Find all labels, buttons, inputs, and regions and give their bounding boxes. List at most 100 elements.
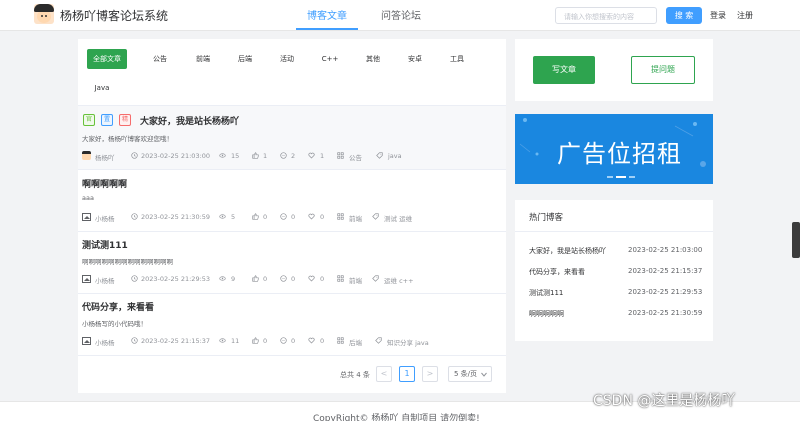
post-divider — [78, 293, 506, 294]
like-count: 1 — [263, 152, 268, 160]
page-size-value: 5 条/页 — [454, 370, 478, 378]
post-author[interactable]: 小杨杨 — [95, 337, 115, 347]
author-avatar[interactable] — [82, 151, 91, 160]
copyright-text: CopyRight© 杨杨吖 自制项目 请勿倒卖! — [313, 414, 480, 421]
category-frontend[interactable]: 前端 — [191, 49, 215, 69]
post-title[interactable]: 测试测111 — [82, 238, 128, 251]
write-article-button[interactable]: 写文章 — [533, 56, 595, 84]
comment-icon[interactable] — [280, 213, 287, 220]
hot-blogs-title: 热门博客 — [529, 213, 564, 223]
view-count: 11 — [231, 337, 240, 345]
comment-count: 0 — [291, 213, 296, 221]
site-logo[interactable] — [34, 4, 54, 24]
heart-icon[interactable] — [308, 152, 315, 159]
post-title[interactable]: 啊啊啊啊啊 — [82, 177, 127, 190]
post-title[interactable]: 大家好，我是站长杨杨吖 — [140, 114, 239, 127]
clock-icon — [131, 275, 138, 282]
post-summary[interactable]: 大家好，杨杨吖博客欢迎您哦！ — [82, 133, 173, 143]
ad-banner[interactable]: 广告位招租 — [515, 114, 713, 184]
heart-icon[interactable] — [308, 275, 315, 282]
post-tags[interactable]: 知识分享 java — [387, 337, 429, 347]
page-size-select[interactable]: 5 条/页 — [448, 366, 492, 382]
post-category[interactable]: 前端 — [349, 213, 362, 223]
category-java[interactable]: Java — [91, 78, 113, 98]
hot-blog-title[interactable]: 大家好，我是站长杨杨吖 — [529, 246, 606, 256]
hot-blog-title[interactable]: 代码分享，来看看 — [529, 267, 585, 277]
hot-blog-time: 2023-02-25 21:30:59 — [628, 309, 703, 317]
post-divider — [78, 169, 506, 170]
register-link[interactable]: 注册 — [737, 10, 753, 21]
ad-text: 广告位招租 — [557, 140, 682, 168]
post-category[interactable]: 后端 — [349, 337, 362, 347]
image-icon[interactable] — [82, 213, 91, 221]
chevron-down-icon — [481, 372, 487, 377]
category-activity[interactable]: 活动 — [275, 49, 299, 69]
tag-icon — [376, 152, 383, 159]
category-android[interactable]: 安卓 — [403, 49, 427, 69]
grid-icon — [337, 275, 344, 282]
category-announcement[interactable]: 公告 — [148, 49, 172, 69]
category-all[interactable]: 全部文章 — [87, 49, 127, 69]
top-header: 杨杨吖博客论坛系统 博客文章 问答论坛 请输入你想搜索的内容 搜 索 登录 注册 — [0, 0, 800, 31]
post-tags[interactable]: 测试 运维 — [384, 213, 412, 223]
thumbs-up-icon[interactable] — [252, 337, 259, 344]
post-category[interactable]: 公告 — [349, 152, 362, 162]
like-count: 0 — [263, 275, 268, 283]
comment-icon[interactable] — [280, 152, 287, 159]
comment-icon[interactable] — [280, 337, 287, 344]
comment-count: 0 — [291, 337, 296, 345]
category-cpp[interactable]: C++ — [318, 49, 342, 69]
post-time: 2023-02-25 21:15:37 — [141, 337, 211, 345]
post-author[interactable]: 小杨杨 — [95, 275, 115, 285]
view-count: 5 — [231, 213, 236, 221]
thumbs-up-icon[interactable] — [252, 152, 259, 159]
tag-icon — [375, 337, 382, 344]
comment-icon[interactable] — [280, 275, 287, 282]
post-author[interactable]: 小杨杨 — [95, 213, 115, 223]
pagination-prev-button[interactable]: < — [376, 366, 392, 382]
post-title[interactable]: 代码分享，来看看 — [82, 300, 154, 313]
thumbs-up-icon[interactable] — [252, 275, 259, 282]
eye-icon — [219, 276, 226, 281]
grid-icon — [337, 337, 344, 344]
tab-blog-articles[interactable]: 博客文章 — [307, 7, 347, 22]
pagination-page-1[interactable]: 1 — [399, 366, 415, 382]
tab-qa-forum[interactable]: 问答论坛 — [381, 7, 421, 22]
clock-icon — [131, 213, 138, 220]
category-backend[interactable]: 后端 — [233, 49, 257, 69]
post-author[interactable]: 杨杨吖 — [95, 152, 115, 162]
hot-blog-time: 2023-02-25 21:29:53 — [628, 288, 703, 296]
site-title[interactable]: 杨杨吖博客论坛系统 — [60, 7, 168, 24]
hot-blog-title[interactable]: 啊啊啊啊啊 — [529, 309, 564, 319]
category-tools[interactable]: 工具 — [445, 49, 469, 69]
pagination-total: 总共 4 条 — [340, 371, 370, 379]
pagination-next-button[interactable]: > — [422, 366, 438, 382]
favorite-count: 0 — [320, 213, 325, 221]
ask-question-button[interactable]: 提问题 — [631, 56, 695, 84]
clock-icon — [131, 152, 138, 159]
page-scrollbar[interactable] — [792, 222, 800, 258]
post-category[interactable]: 前端 — [349, 275, 362, 285]
hot-blog-time: 2023-02-25 21:03:00 — [628, 246, 703, 254]
login-link[interactable]: 登录 — [710, 10, 726, 21]
post-summary[interactable]: 啊啊啊啊啊啊啊啊啊啊啊啊啊啊 — [82, 256, 173, 266]
post-summary[interactable]: 小杨杨写的小代码哦！ — [82, 318, 147, 328]
post-summary[interactable]: aaa — [82, 194, 94, 202]
heart-icon[interactable] — [308, 337, 315, 344]
post-tags[interactable]: 运维 c++ — [384, 275, 414, 285]
search-input[interactable]: 请输入你想搜索的内容 — [555, 7, 657, 24]
heart-icon[interactable] — [308, 213, 315, 220]
active-tab-indicator — [296, 28, 358, 30]
post-tags[interactable]: java — [388, 152, 402, 160]
category-other[interactable]: 其他 — [361, 49, 385, 69]
hot-blog-title[interactable]: 测试测111 — [529, 288, 563, 298]
search-button[interactable]: 搜 索 — [666, 7, 702, 24]
thumbs-up-icon[interactable] — [252, 213, 259, 220]
view-count: 9 — [231, 275, 236, 283]
post-time: 2023-02-25 21:29:53 — [141, 275, 211, 283]
grid-icon — [337, 213, 344, 220]
image-icon[interactable] — [82, 275, 91, 283]
tag-icon — [372, 275, 379, 282]
image-icon[interactable] — [82, 337, 91, 345]
article-list-card: 全部文章 公告 前端 后端 活动 C++ 其他 安卓 工具 Java 官 置 精… — [78, 39, 506, 393]
